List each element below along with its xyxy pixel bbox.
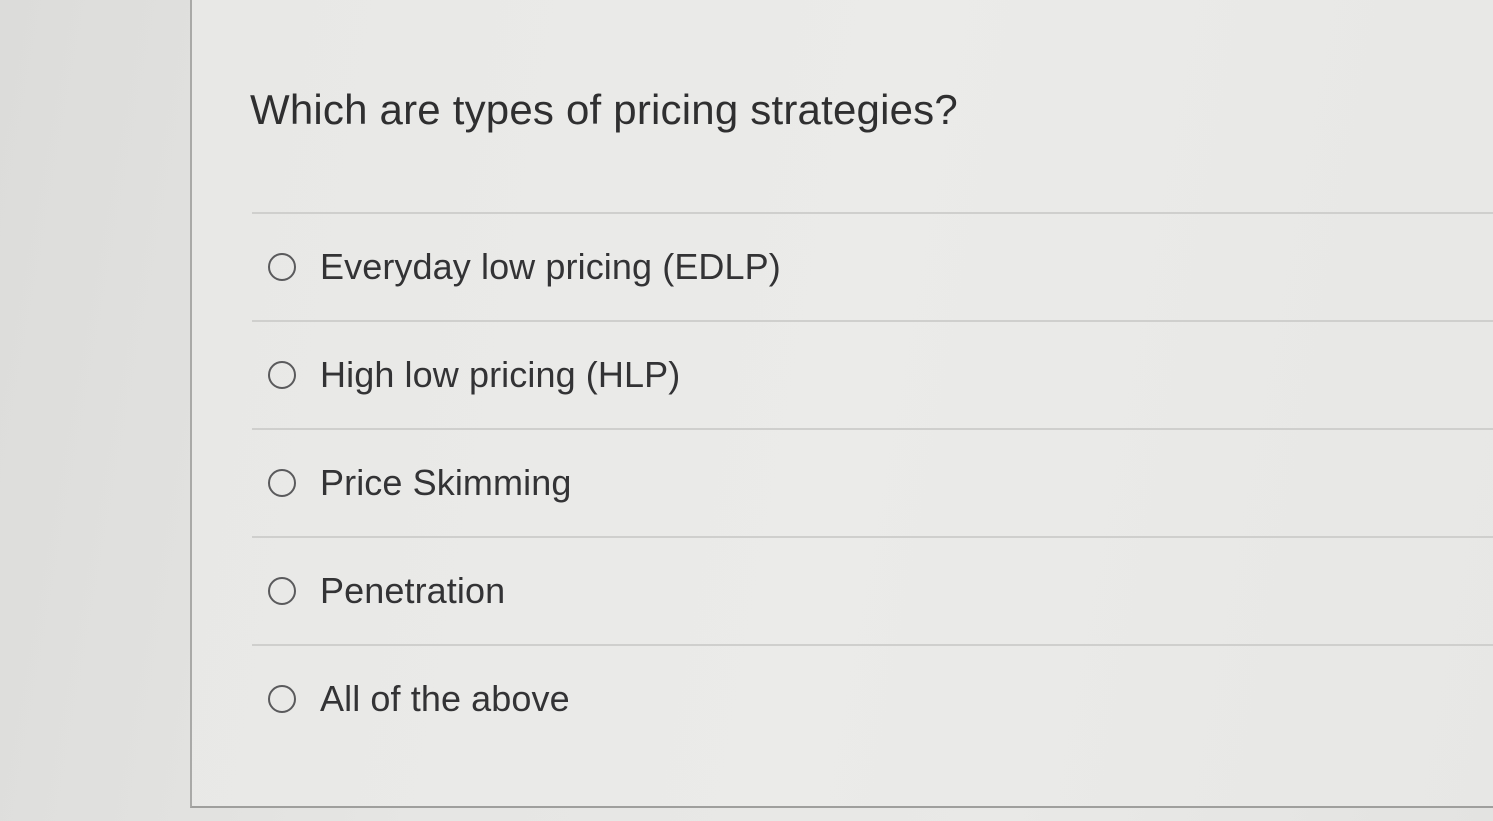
answer-label: Everyday low pricing (EDLP) [320, 246, 781, 287]
answer-label: Penetration [320, 570, 506, 611]
answer-option-all-of-the-above[interactable]: All of the above [252, 644, 1493, 752]
answer-label: High low pricing (HLP) [320, 354, 681, 395]
radio-button-icon[interactable] [268, 361, 296, 389]
question-card: Which are types of pricing strategies? E… [190, 0, 1493, 808]
radio-button-icon[interactable] [268, 685, 296, 713]
radio-button-icon[interactable] [268, 469, 296, 497]
answer-option-hlp[interactable]: High low pricing (HLP) [252, 320, 1493, 428]
answer-option-penetration[interactable]: Penetration [252, 536, 1493, 644]
answer-options-list: Everyday low pricing (EDLP) High low pri… [252, 212, 1493, 752]
radio-button-icon[interactable] [268, 577, 296, 605]
answer-option-price-skimming[interactable]: Price Skimming [252, 428, 1493, 536]
answer-option-edlp[interactable]: Everyday low pricing (EDLP) [252, 212, 1493, 320]
quiz-screen: Which are types of pricing strategies? E… [0, 0, 1493, 821]
radio-button-icon[interactable] [268, 253, 296, 281]
answer-label: Price Skimming [320, 462, 572, 503]
question-text: Which are types of pricing strategies? [250, 86, 958, 133]
answer-label: All of the above [320, 678, 570, 719]
